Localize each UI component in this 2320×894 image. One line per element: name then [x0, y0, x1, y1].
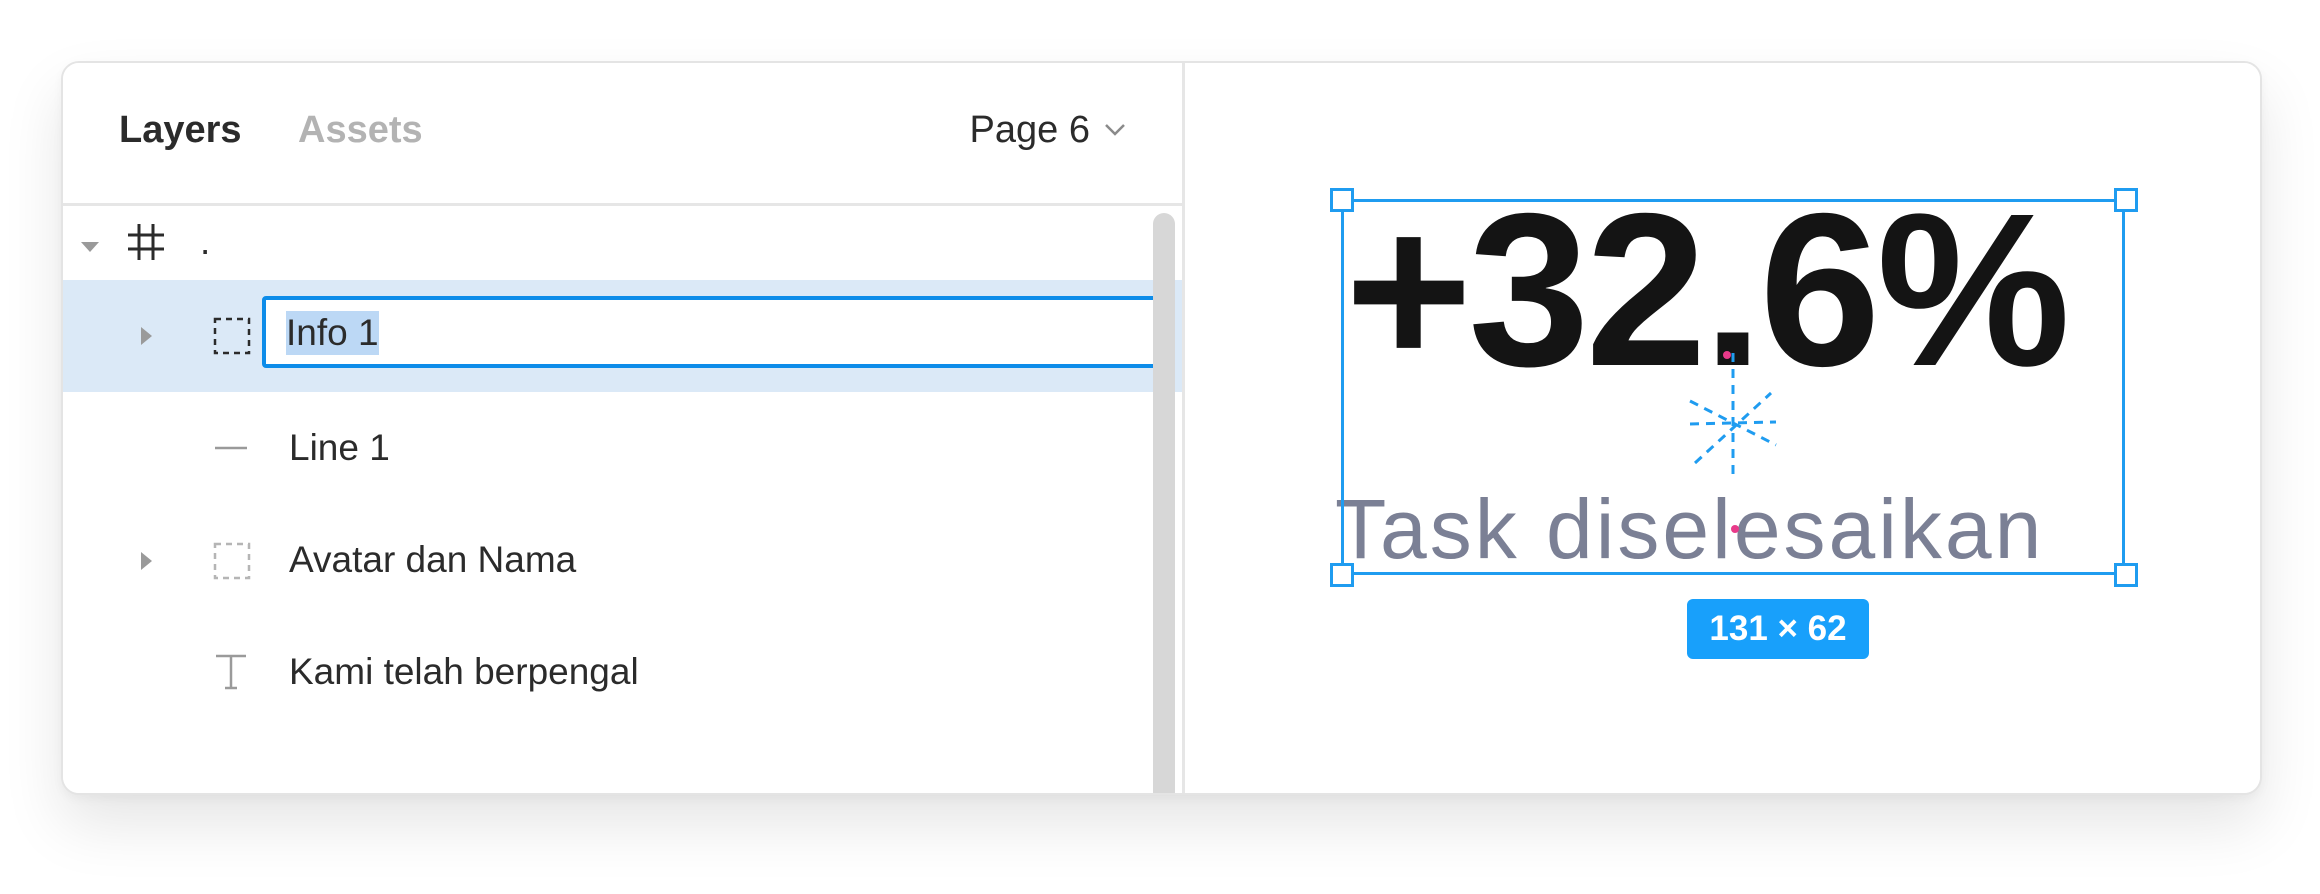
page-select-label: Page 6 — [969, 108, 1090, 151]
app-window: Layers Assets Page 6 . Info 1 Line 1 Ava… — [61, 61, 2262, 795]
layers-panel: Layers Assets Page 6 . Info 1 Line 1 Ava… — [63, 63, 1185, 793]
expand-caret-icon[interactable] — [141, 552, 152, 570]
layer-row-info-1[interactable]: Info 1 — [63, 280, 1182, 392]
layer-row-avatar-dan-nama[interactable]: Avatar dan Nama — [63, 504, 1182, 616]
layer-label: Avatar dan Nama — [289, 539, 577, 580]
chevron-down-icon — [1105, 124, 1125, 136]
layer-list: . Info 1 Line 1 Avatar dan Nama Kami tel… — [63, 206, 1182, 793]
layer-label: Kami telah berpengal — [289, 651, 639, 692]
expand-caret-icon[interactable] — [141, 327, 152, 345]
center-guides — [1689, 351, 1777, 533]
line-icon — [215, 446, 247, 450]
layer-label: . — [200, 221, 211, 262]
layer-row-line-1[interactable]: Line 1 — [63, 392, 1182, 504]
text-icon — [216, 654, 246, 690]
design-canvas[interactable]: +32.6% Task diselesaikan 131 × 62 — [1185, 63, 2260, 793]
panel-header: Layers Assets Page 6 — [63, 63, 1182, 206]
expand-caret-icon[interactable] — [81, 242, 99, 252]
group-icon — [213, 542, 251, 580]
page-select[interactable]: Page 6 — [970, 107, 1126, 153]
layer-label: Line 1 — [289, 427, 390, 468]
tab-assets[interactable]: Assets — [298, 107, 423, 153]
size-badge: 131 × 62 — [1687, 599, 1869, 659]
layer-list-scrollbar[interactable] — [1153, 213, 1175, 793]
group-icon — [213, 317, 251, 355]
rename-input-value: Info 1 — [286, 311, 379, 355]
rename-input[interactable]: Info 1 — [262, 296, 1162, 368]
layer-row-kami-telah-berpengal[interactable]: Kami telah berpengal — [63, 616, 1182, 728]
frame-icon — [128, 224, 164, 260]
tab-layers[interactable]: Layers — [119, 107, 242, 153]
